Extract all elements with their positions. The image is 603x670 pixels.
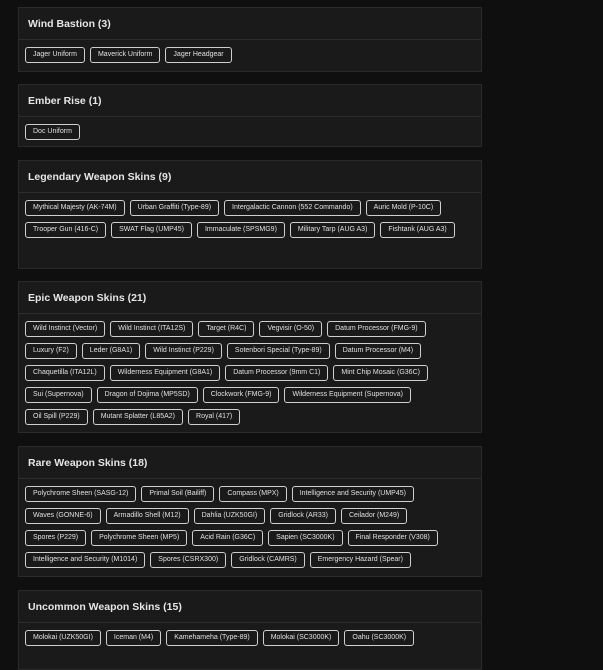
item-chip: Urban Graffiti (Type-89) [129, 200, 220, 216]
section-title: Uncommon Weapon Skins (15) [19, 591, 481, 623]
item-chip: Luxury (F2) [25, 343, 77, 359]
item-chip: Intelligence and Security (UMP45) [291, 486, 414, 502]
item-chip: Mythical Majesty (AK-74M) [25, 200, 125, 216]
item-chip: Jager Headgear [165, 47, 232, 63]
item-chip: Final Responder (V308) [347, 530, 438, 546]
section-title: Epic Weapon Skins (21) [19, 282, 481, 314]
item-list: Jager Uniform Maverick Uniform Jager Headg… [19, 40, 481, 69]
item-chip: Mutant Splatter (L85A2) [92, 409, 184, 425]
item-chip: Sui (Supernova) [25, 387, 92, 403]
section-title: Legendary Weapon Skins (9) [19, 161, 481, 193]
item-chip: Fishtank (AUG A3) [380, 222, 455, 238]
item-chip: Dahlia (UZK50GI) [193, 508, 266, 524]
item-chip: Datum Processor (9mm C1) [225, 365, 329, 381]
item-chip: Oil Spill (P229) [25, 409, 88, 425]
item-chip: Doc Uniform [25, 124, 80, 140]
item-chip: Oahu (SC3000K) [344, 630, 415, 646]
item-list: Polychrome Sheen (SASG-12) Primal Soil (B… [19, 479, 481, 574]
item-chip: Jager Uniform [25, 47, 85, 63]
item-chip: Spores (P229) [25, 530, 87, 546]
item-chip: SWAT Flag (UMP45) [111, 222, 192, 238]
item-chip: Military Tarp (AUG A3) [289, 222, 376, 238]
item-chip: Molokai (UZK50GI) [25, 630, 101, 646]
item-list: Mythical Majesty (AK-74M) Urban Graffiti … [19, 193, 481, 244]
item-chip: Maverick Uniform [89, 47, 161, 63]
section-epic-weapon-skins: Epic Weapon Skins (21) Wild Instinct (Ve… [18, 281, 482, 433]
item-list: Molokai (UZK50GI) Iceman (M4) Kamehameha (… [19, 623, 481, 652]
item-chip: Target (R4C) [198, 321, 255, 337]
item-chip: Compass (MPX) [219, 486, 287, 502]
item-chip: Datum Processor (FMG-9) [327, 321, 426, 337]
item-chip: Wild Instinct (Vector) [25, 321, 106, 337]
item-chip: Intergalactic Cannon (552 Commando) [224, 200, 361, 216]
item-chip: Spores (CSRX300) [150, 552, 227, 568]
item-chip: Ceilador (M249) [341, 508, 408, 524]
item-chip: Gridlock (AR33) [270, 508, 336, 524]
item-chip: Primal Soil (Bailiff) [141, 486, 215, 502]
item-chip: Wilderness Equipment (Supernova) [284, 387, 411, 403]
item-chip: Sotenbori Special (Type-89) [226, 343, 330, 359]
section-title: Ember Rise (1) [19, 85, 481, 117]
item-chip: Polychrome Sheen (MP5) [91, 530, 188, 546]
item-chip: Chaquetilla (ITA12L) [25, 365, 105, 381]
item-chip: Vegvisir (O-50) [259, 321, 323, 337]
section-title: Wind Bastion (3) [19, 8, 481, 40]
item-chip: Dragon of Dojima (MP5SD) [96, 387, 198, 403]
item-chip: Polychrome Sheen (SASG-12) [25, 486, 137, 502]
item-chip: Emergency Hazard (Spear) [309, 552, 411, 568]
section-rare-weapon-skins: Rare Weapon Skins (18) Polychrome Sheen … [18, 446, 482, 577]
item-chip: Leder (G8A1) [81, 343, 141, 359]
item-chip: Clockwork (FMG-9) [202, 387, 280, 403]
section-uncommon-weapon-skins: Uncommon Weapon Skins (15) Molokai (UZK5… [18, 590, 482, 670]
section-title: Rare Weapon Skins (18) [19, 447, 481, 479]
item-chip: Kamehameha (Type-89) [166, 630, 258, 646]
item-chip: Acid Rain (G36C) [192, 530, 264, 546]
item-chip: Molokai (SC3000K) [262, 630, 340, 646]
item-chip: Iceman (M4) [105, 630, 162, 646]
item-chip: Wilderness Equipment (G8A1) [109, 365, 221, 381]
item-chip: Immaculate (SPSMG9) [196, 222, 285, 238]
item-chip: Sapien (SC3000K) [268, 530, 343, 546]
section-wind-bastion: Wind Bastion (3) Jager Uniform Maverick U… [18, 7, 482, 72]
item-list: Doc Uniform [19, 117, 481, 146]
item-chip: Trooper Gun (416-C) [25, 222, 107, 238]
item-list: Wild Instinct (Vector) Wild Instinct (ITA… [19, 314, 481, 431]
item-chip: Armadillo Shell (M12) [105, 508, 189, 524]
item-chip: Wild Instinct (ITA12S) [110, 321, 194, 337]
item-chip: Gridlock (CAMRS) [231, 552, 305, 568]
item-chip: Auric Mold (P-10C) [365, 200, 442, 216]
item-chip: Mint Chip Mosaic (G36C) [333, 365, 428, 381]
item-chip: Wild Instinct (P229) [145, 343, 222, 359]
item-chip: Intelligence and Security (M1014) [25, 552, 146, 568]
item-chip: Waves (GONNE-6) [25, 508, 101, 524]
item-chip: Datum Processor (M4) [334, 343, 422, 359]
section-ember-rise: Ember Rise (1) Doc Uniform [18, 84, 482, 147]
item-chip: Royal (417) [188, 409, 241, 425]
section-legendary-weapon-skins: Legendary Weapon Skins (9) Mythical Maje… [18, 160, 482, 269]
